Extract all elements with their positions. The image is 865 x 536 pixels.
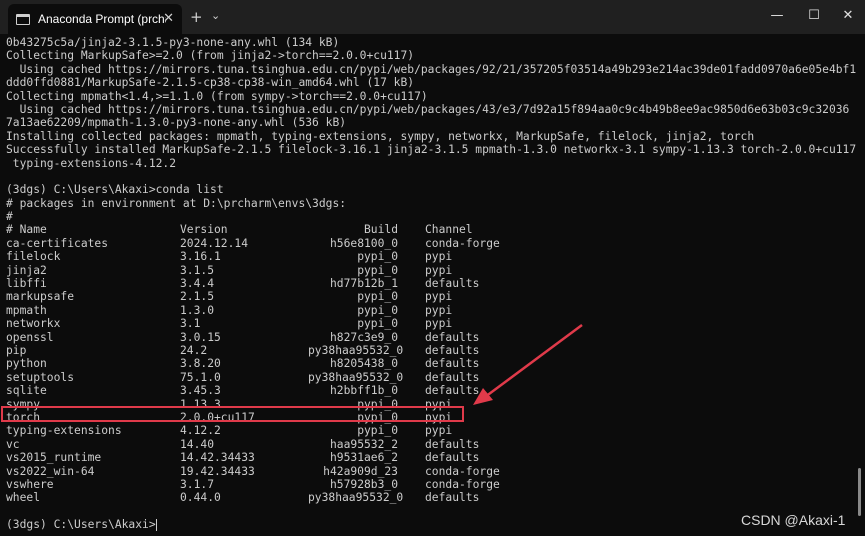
watermark: CSDN @Akaxi-1 [741, 512, 846, 528]
scrollbar[interactable] [858, 468, 861, 516]
annotation-arrow-icon [473, 323, 583, 405]
